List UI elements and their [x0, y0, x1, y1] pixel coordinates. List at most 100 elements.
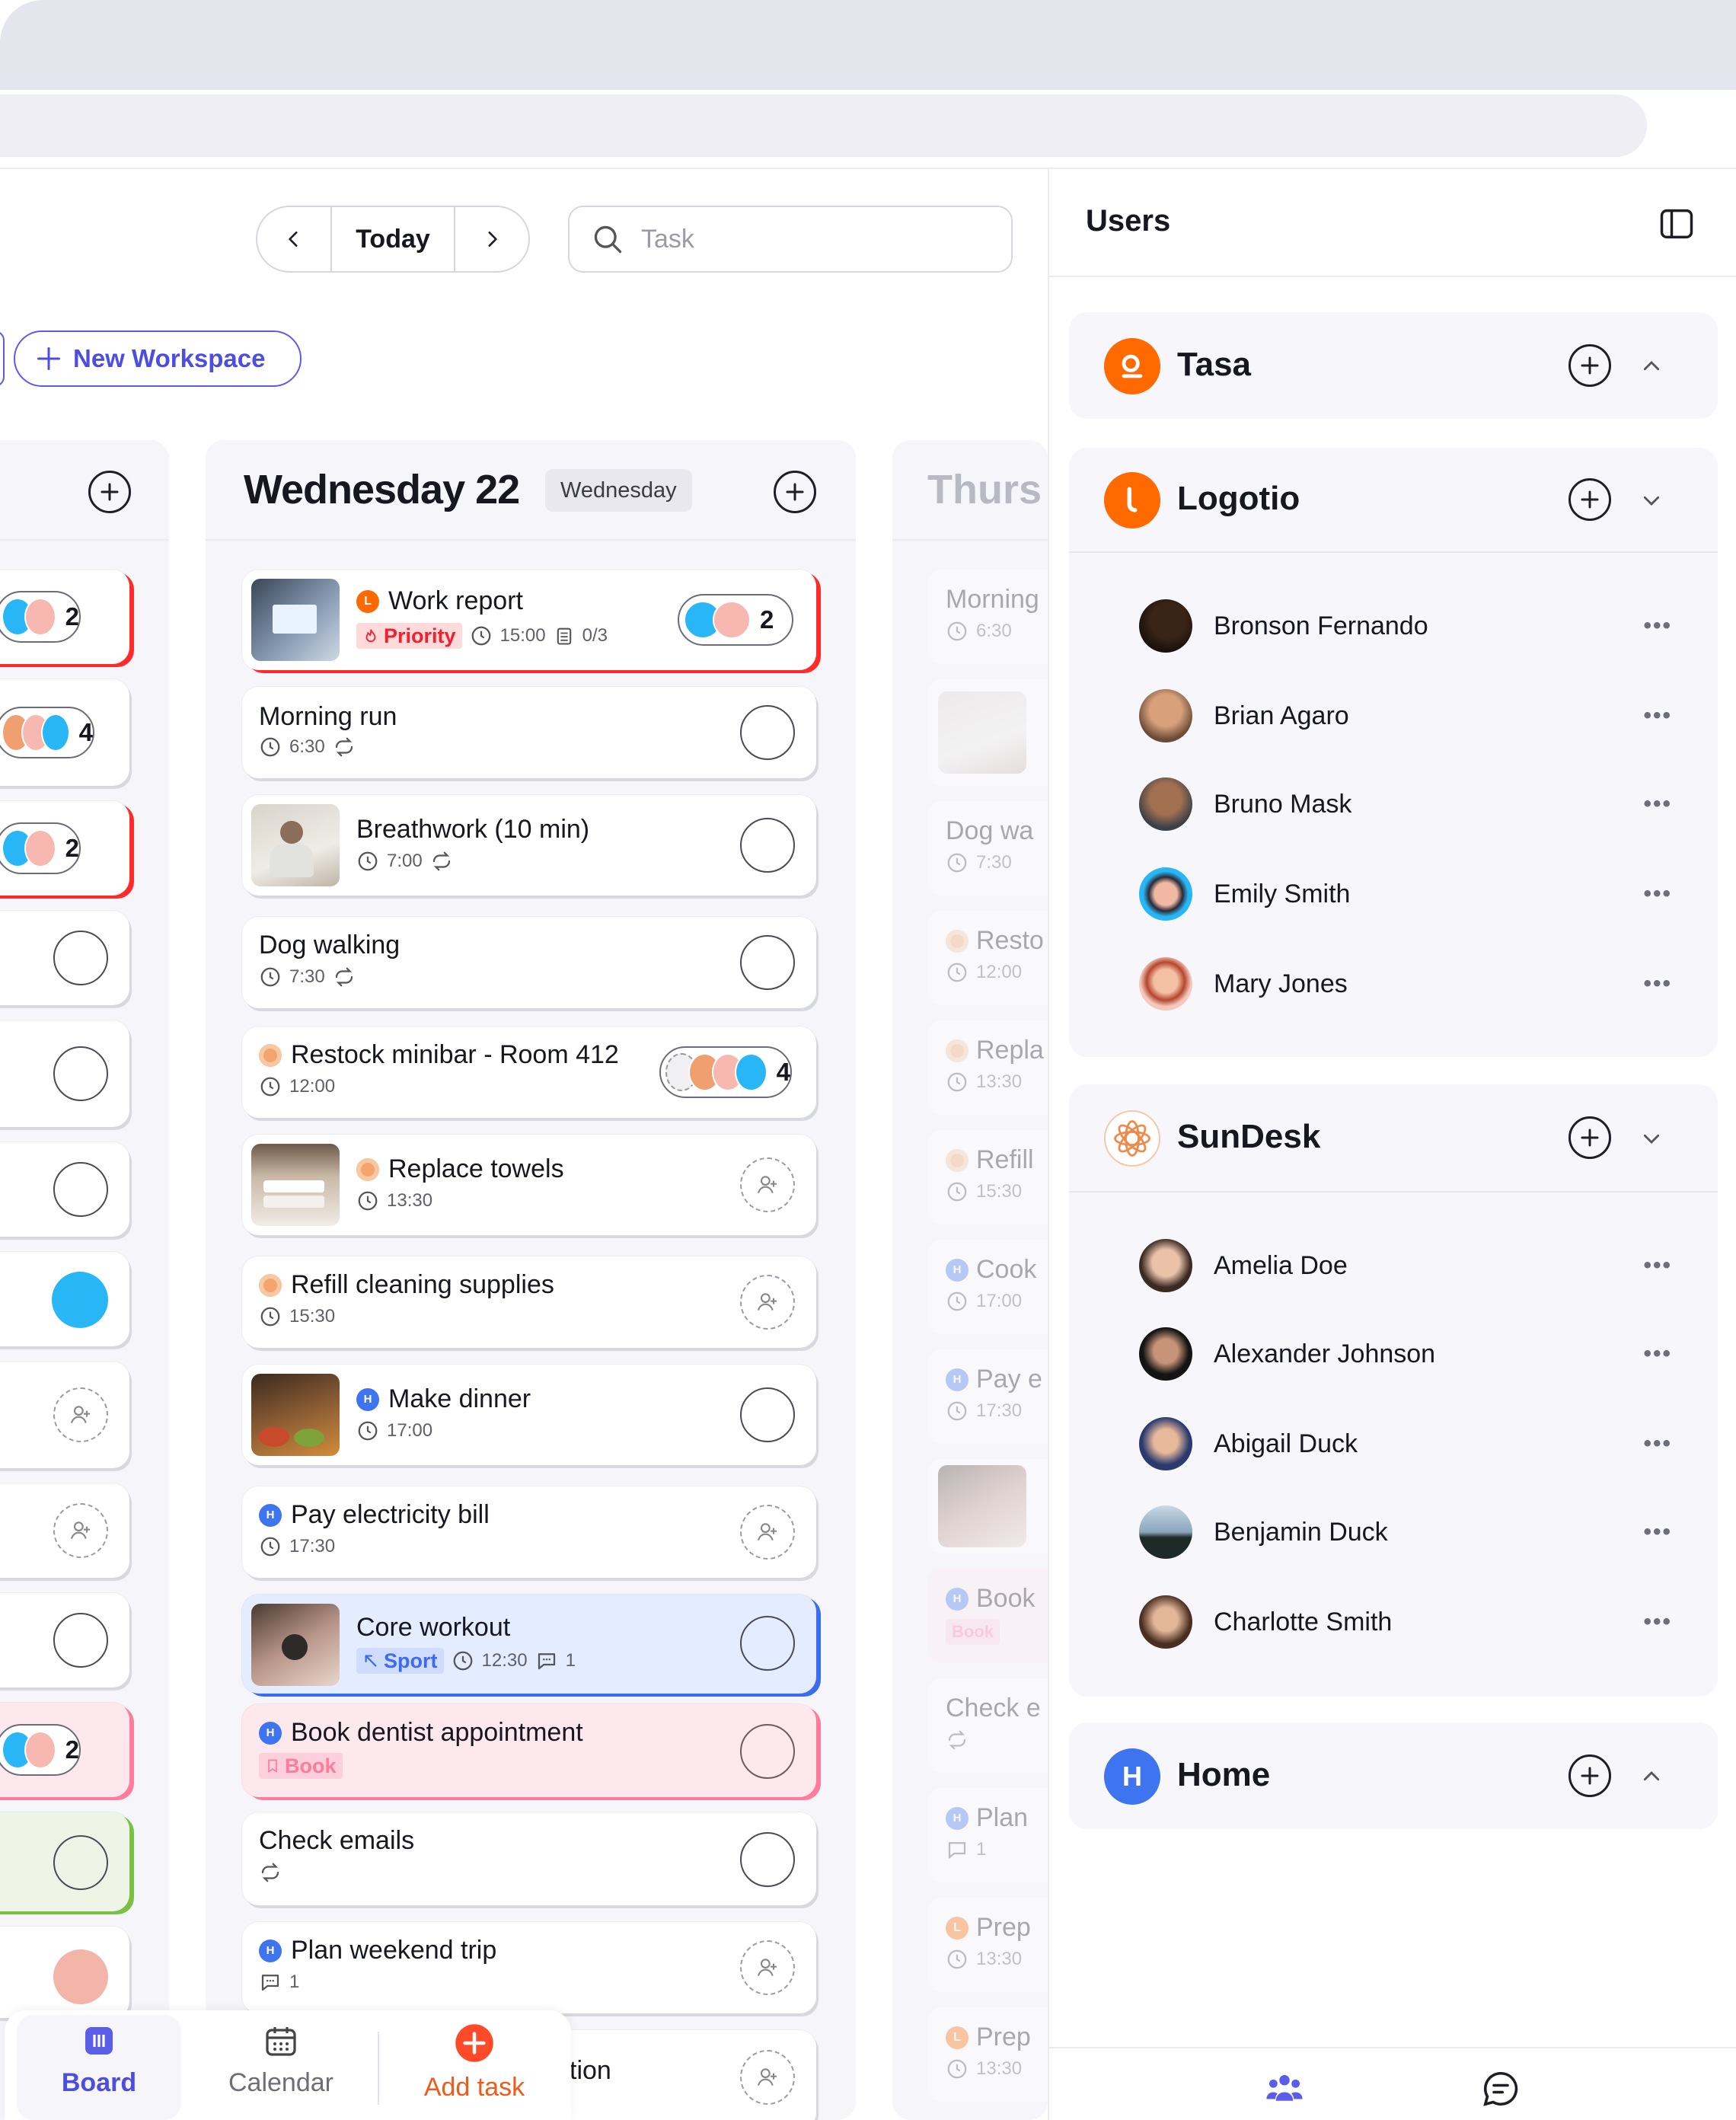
expand-group-button[interactable]: [1640, 1127, 1663, 1150]
user-row[interactable]: Emily Smith •••: [1139, 864, 1672, 924]
workspace-chip[interactable]: [0, 330, 5, 387]
assign-user-button[interactable]: [740, 1940, 795, 1995]
task-card[interactable]: H Plan weekend trip 1: [242, 1922, 816, 2013]
task-card[interactable]: H Pay electricity bill 17:30: [242, 1486, 816, 1578]
user-row[interactable]: Charlotte Smith •••: [1139, 1592, 1672, 1652]
task-card[interactable]: H Book Book: [927, 1569, 1048, 1663]
address-bar[interactable]: [0, 94, 1647, 157]
today-button[interactable]: Today: [332, 207, 454, 271]
add-user-to-group-button[interactable]: [1568, 1116, 1611, 1159]
task-card[interactable]: [0, 1483, 129, 1578]
assign-user-button[interactable]: [740, 1505, 795, 1560]
add-user-to-group-button[interactable]: [1568, 1754, 1611, 1797]
assign-user-button[interactable]: [740, 1157, 795, 1212]
complete-checkbox[interactable]: [740, 935, 795, 990]
user-more-button[interactable]: •••: [1643, 1341, 1672, 1367]
user-more-button[interactable]: •••: [1643, 791, 1672, 817]
toggle-sidebar-button[interactable]: [1657, 204, 1696, 244]
user-more-button[interactable]: •••: [1643, 971, 1672, 997]
task-search-input[interactable]: Task: [568, 206, 1013, 273]
task-card[interactable]: [927, 679, 1048, 786]
task-card[interactable]: H Book dentist appointment Book: [242, 1704, 816, 1797]
task-card[interactable]: Core workout Sport 12:30 1: [242, 1595, 816, 1694]
user-row[interactable]: Abigail Duck •••: [1139, 1413, 1672, 1474]
task-card[interactable]: [0, 1812, 129, 1911]
user-row[interactable]: Bruno Mask •••: [1139, 774, 1672, 835]
assign-user-button[interactable]: [53, 1387, 108, 1442]
user-more-button[interactable]: •••: [1643, 1253, 1672, 1279]
user-more-button[interactable]: •••: [1643, 703, 1672, 729]
task-card[interactable]: Repla 13:30: [927, 1020, 1048, 1115]
task-card[interactable]: [0, 1142, 129, 1237]
task-card[interactable]: H Pay e 17:30: [927, 1349, 1048, 1444]
task-card[interactable]: Morning run 6:30: [242, 687, 816, 778]
task-card[interactable]: [0, 1252, 129, 1346]
task-card[interactable]: L Prep 13:30: [927, 1898, 1048, 1992]
task-card[interactable]: H Cook 17:00: [927, 1240, 1048, 1334]
user-more-button[interactable]: •••: [1643, 1609, 1672, 1635]
complete-checkbox[interactable]: [740, 705, 795, 760]
user-row[interactable]: Benjamin Duck •••: [1139, 1502, 1672, 1563]
user-row[interactable]: Amelia Doe •••: [1139, 1235, 1672, 1296]
prev-day-button[interactable]: [257, 207, 332, 271]
complete-checkbox[interactable]: [740, 818, 795, 873]
task-card[interactable]: 2: [0, 1703, 129, 1797]
task-card[interactable]: [0, 911, 129, 1005]
assignees-pill[interactable]: 2: [0, 822, 81, 874]
task-card[interactable]: Morning 6:30: [927, 570, 1048, 664]
task-card[interactable]: L Prep 13:30: [927, 2007, 1048, 2102]
user-more-button[interactable]: •••: [1643, 1431, 1672, 1457]
user-row[interactable]: Alexander Johnson •••: [1139, 1323, 1672, 1384]
task-card[interactable]: [0, 1593, 129, 1687]
messages-tab-button[interactable]: [1480, 2068, 1521, 2109]
add-task-button[interactable]: Add task: [393, 2023, 556, 2102]
users-tab-button[interactable]: [1264, 2068, 1305, 2109]
assign-user-button[interactable]: [740, 2050, 795, 2105]
complete-checkbox[interactable]: [740, 1387, 795, 1442]
task-card[interactable]: Resto 12:00: [927, 911, 1048, 1005]
task-card[interactable]: 2: [0, 570, 129, 664]
task-card[interactable]: Restock minibar - Room 412 12:00 4: [242, 1026, 816, 1118]
complete-checkbox[interactable]: [740, 1724, 795, 1779]
collapse-group-button[interactable]: [1640, 1765, 1663, 1788]
task-card[interactable]: Check emails: [242, 1812, 816, 1905]
task-card[interactable]: Refill 15:30: [927, 1130, 1048, 1224]
add-user-to-group-button[interactable]: [1568, 478, 1611, 521]
complete-checkbox[interactable]: [53, 1835, 108, 1890]
task-card[interactable]: Breathwork (10 min) 7:00: [242, 795, 816, 896]
add-task-prev-column-button[interactable]: [88, 471, 131, 513]
new-workspace-button[interactable]: New Workspace: [14, 330, 302, 387]
task-card[interactable]: H Plan 1: [927, 1788, 1048, 1882]
user-more-button[interactable]: •••: [1643, 613, 1672, 639]
task-card[interactable]: H Make dinner 17:00: [242, 1365, 816, 1465]
complete-checkbox[interactable]: [53, 1613, 108, 1668]
user-row[interactable]: Mary Jones •••: [1139, 953, 1672, 1014]
assign-user-button[interactable]: [740, 1275, 795, 1330]
assignees-pill[interactable]: 2: [678, 594, 793, 646]
next-day-button[interactable]: [454, 207, 528, 271]
complete-checkbox[interactable]: [53, 1162, 108, 1217]
expand-group-button[interactable]: [1640, 489, 1663, 512]
assignees-pill[interactable]: 4: [0, 707, 94, 758]
assignees-pill[interactable]: 2: [0, 591, 81, 643]
task-card[interactable]: [927, 1459, 1048, 1553]
assignees-pill[interactable]: 4: [659, 1046, 792, 1098]
task-card[interactable]: [0, 1020, 129, 1127]
task-card[interactable]: L Work report Priority 15:00 0/3 2: [242, 570, 816, 670]
task-card[interactable]: 4: [0, 679, 129, 786]
user-row[interactable]: Bronson Fernando •••: [1139, 595, 1672, 656]
assignees-pill[interactable]: 2: [0, 1724, 81, 1776]
task-card[interactable]: Replace towels 13:30: [242, 1135, 816, 1235]
board-tab[interactable]: Board: [17, 2023, 181, 2098]
task-card[interactable]: [0, 1362, 129, 1468]
task-card[interactable]: Dog wa 7:30: [927, 801, 1048, 896]
task-card[interactable]: Check e: [927, 1678, 1048, 1773]
task-card[interactable]: Dog walking 7:30: [242, 917, 816, 1008]
user-more-button[interactable]: •••: [1643, 881, 1672, 907]
task-card[interactable]: 2: [0, 801, 129, 896]
user-more-button[interactable]: •••: [1643, 1519, 1672, 1545]
add-task-column-button[interactable]: [774, 471, 816, 513]
task-card[interactable]: Refill cleaning supplies 15:30: [242, 1256, 816, 1348]
complete-checkbox[interactable]: [740, 1832, 795, 1887]
complete-checkbox[interactable]: [53, 931, 108, 985]
